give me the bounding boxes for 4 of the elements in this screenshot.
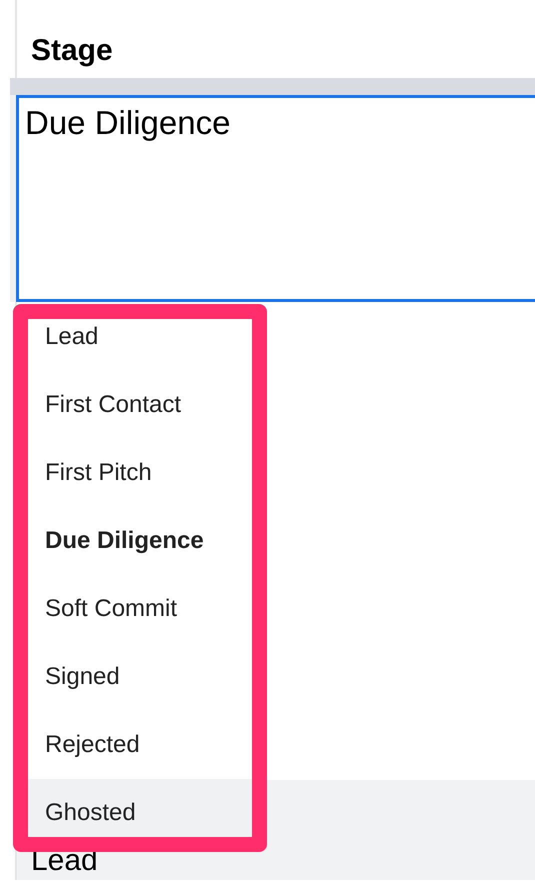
column-header: Stage xyxy=(31,36,113,66)
table-cell: Lead xyxy=(31,846,98,876)
stage-input[interactable]: Due Diligence xyxy=(16,95,535,302)
dropdown-option[interactable]: Ghosted xyxy=(28,779,252,837)
